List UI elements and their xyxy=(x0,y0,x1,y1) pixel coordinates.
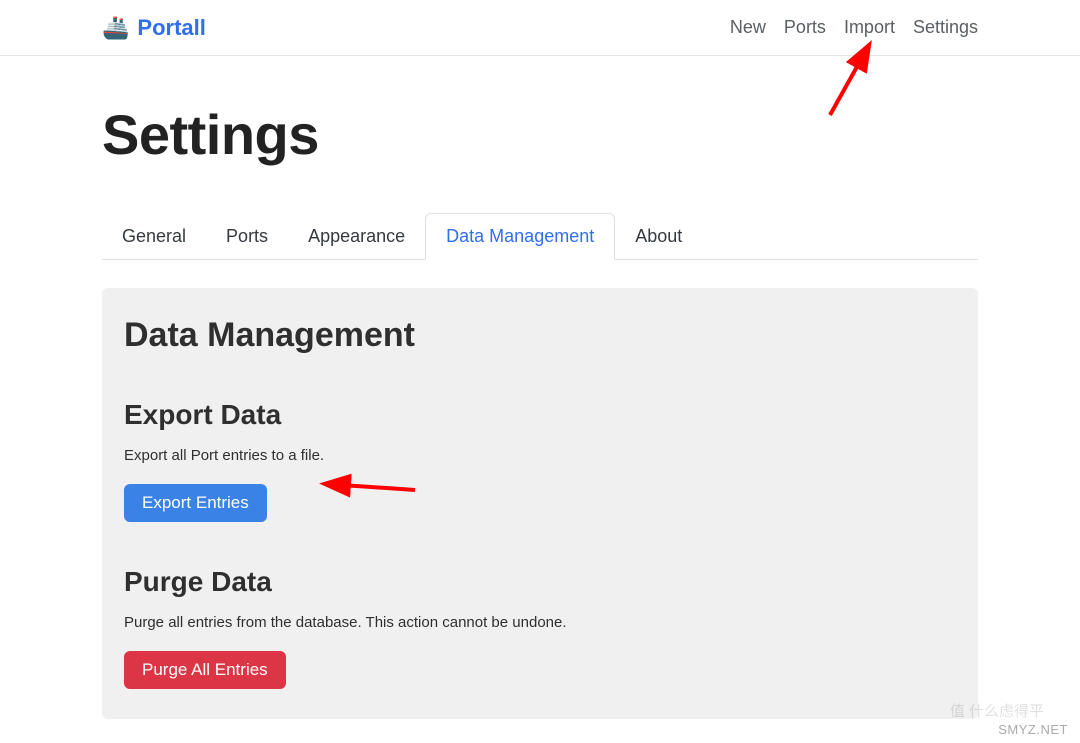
tab-appearance[interactable]: Appearance xyxy=(288,213,425,259)
watermark-en: SMYZ.NET xyxy=(998,722,1068,737)
nav-new[interactable]: New xyxy=(730,17,766,38)
watermark-cn: 值 什么虑得平 xyxy=(950,700,1044,721)
tab-general[interactable]: General xyxy=(102,213,206,259)
export-desc: Export all Port entries to a file. xyxy=(124,447,956,464)
nav-import[interactable]: Import xyxy=(844,17,895,38)
ship-icon: 🚢 xyxy=(102,15,129,41)
settings-tabs: General Ports Appearance Data Management… xyxy=(102,213,978,260)
brand-link[interactable]: 🚢 Portall xyxy=(102,15,206,41)
brand-name: Portall xyxy=(137,15,205,41)
tab-ports[interactable]: Ports xyxy=(206,213,288,259)
nav-links: New Ports Import Settings xyxy=(730,17,978,38)
main-container: Settings General Ports Appearance Data M… xyxy=(0,56,1080,719)
purge-title: Purge Data xyxy=(124,566,956,598)
panel-heading: Data Management xyxy=(124,316,956,355)
nav-settings[interactable]: Settings xyxy=(913,17,978,38)
tab-about[interactable]: About xyxy=(615,213,702,259)
nav-ports[interactable]: Ports xyxy=(784,17,826,38)
tab-data-management[interactable]: Data Management xyxy=(425,213,615,260)
export-section: Export Data Export all Port entries to a… xyxy=(124,399,956,522)
purge-section: Purge Data Purge all entries from the da… xyxy=(124,566,956,689)
purge-all-button[interactable]: Purge All Entries xyxy=(124,651,286,689)
data-management-panel: Data Management Export Data Export all P… xyxy=(102,288,978,719)
page-title: Settings xyxy=(102,102,978,167)
export-title: Export Data xyxy=(124,399,956,431)
export-entries-button[interactable]: Export Entries xyxy=(124,484,267,522)
purge-desc: Purge all entries from the database. Thi… xyxy=(124,614,956,631)
navbar: 🚢 Portall New Ports Import Settings xyxy=(0,0,1080,56)
